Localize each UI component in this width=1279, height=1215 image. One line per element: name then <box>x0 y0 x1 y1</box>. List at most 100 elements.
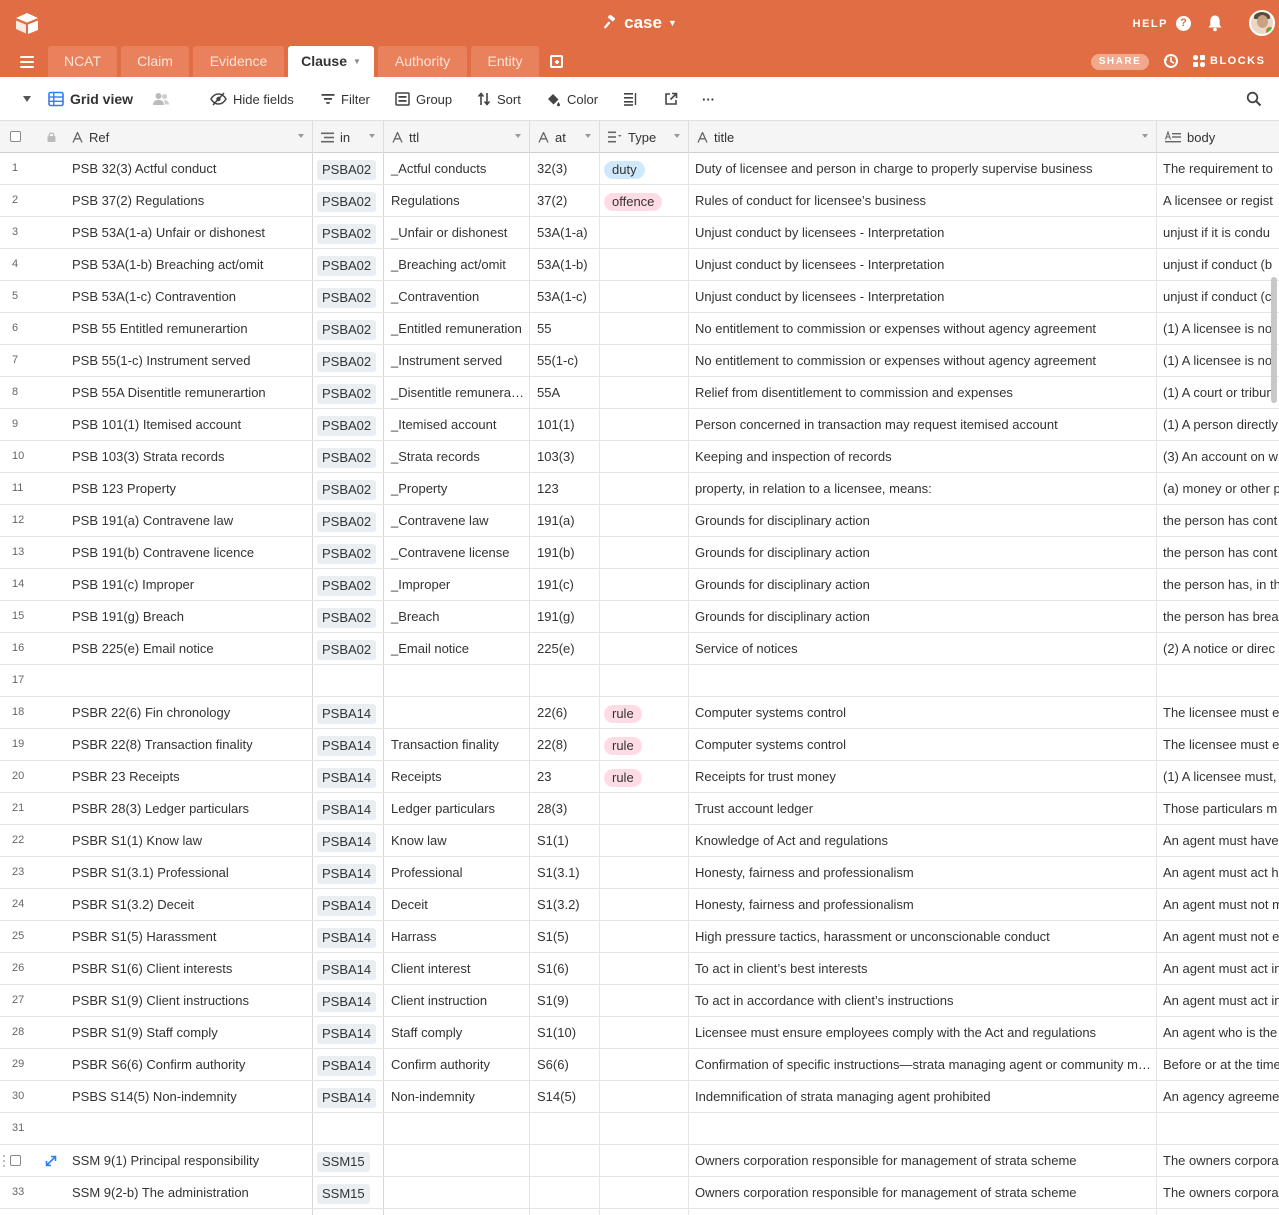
add-table-icon[interactable] <box>550 55 563 68</box>
cell-ref[interactable]: PSBS S14(5) Non-indemnity <box>64 1081 313 1112</box>
cell-in[interactable] <box>313 1113 384 1144</box>
chevron-down-icon[interactable] <box>585 134 591 138</box>
cell-ttl[interactable]: _Entitled remuneration <box>384 313 530 344</box>
filter-button[interactable]: Filter <box>321 77 370 121</box>
cell-ref[interactable]: PSBR S1(9) Client instructions <box>64 985 313 1016</box>
cell-at[interactable]: 28(3) <box>530 793 600 824</box>
cell-type[interactable] <box>600 1049 689 1080</box>
cell-ttl[interactable] <box>384 665 530 696</box>
cell-ref[interactable]: PSBR 28(3) Ledger particulars <box>64 793 313 824</box>
cell-ttl[interactable]: _Strata records <box>384 441 530 472</box>
cell-at[interactable] <box>530 1177 600 1208</box>
color-button[interactable]: Color <box>546 77 598 121</box>
blocks-button[interactable]: BLOCKS <box>1192 54 1265 68</box>
cell-body[interactable]: An agent must act in <box>1157 985 1279 1016</box>
linked-record-chip[interactable]: PSBA02 <box>317 351 377 372</box>
linked-record-chip[interactable]: PSBA02 <box>317 479 377 500</box>
cell-at[interactable]: S1(9) <box>530 985 600 1016</box>
cell-in[interactable]: PSBA14 <box>313 697 384 728</box>
cell-ttl[interactable] <box>384 697 530 728</box>
help-button[interactable]: HELP ? <box>1133 16 1191 31</box>
base-name-menu[interactable]: case ▼ <box>602 13 677 33</box>
cell-type[interactable] <box>600 601 689 632</box>
view-switcher[interactable]: Grid view <box>48 77 133 121</box>
cell-body[interactable]: the person has brea <box>1157 601 1279 632</box>
table-row[interactable]: 19 PSBR 22(8) Transaction finality PSBA14 T… <box>0 729 1279 761</box>
cell-title[interactable]: No entitlement to commission or expenses… <box>689 345 1157 376</box>
cell-in[interactable]: PSBA02 <box>313 537 384 568</box>
cell-ref[interactable]: PSB 53A(1-a) Unfair or dishonest <box>64 217 313 248</box>
cell-at[interactable] <box>530 1113 600 1144</box>
cell-type[interactable]: rule <box>600 697 689 728</box>
cell-ttl[interactable]: Deceit <box>384 889 530 920</box>
linked-record-chip[interactable]: PSBA02 <box>317 223 377 244</box>
cell-ref[interactable]: SSM 9(2-b) The administration <box>64 1177 313 1208</box>
cell-in[interactable] <box>313 665 384 696</box>
sort-button[interactable]: Sort <box>477 77 521 121</box>
cell-ref[interactable]: PSB 53A(1-b) Breaching act/omit <box>64 249 313 280</box>
cell-body[interactable]: unjust if it is condu <box>1157 217 1279 248</box>
cell-at[interactable]: S1(5) <box>530 921 600 952</box>
cell-type[interactable] <box>600 889 689 920</box>
cell-title[interactable]: Grounds for disciplinary action <box>689 537 1157 568</box>
cell-ttl[interactable]: Staff comply <box>384 1017 530 1048</box>
cell-type[interactable] <box>600 345 689 376</box>
linked-record-chip[interactable]: PSBA02 <box>317 383 377 404</box>
linked-record-chip[interactable]: SSM15 <box>317 1183 370 1204</box>
cell-title[interactable]: Rules of conduct for licensee’s business <box>689 185 1157 216</box>
cell-in[interactable]: PSBA02 <box>313 377 384 408</box>
cell-at[interactable]: 225(e) <box>530 633 600 664</box>
cell-title[interactable]: Owners corporation responsible for manag… <box>689 1177 1157 1208</box>
cell-ttl[interactable]: _Contravene law <box>384 505 530 536</box>
linked-record-chip[interactable]: PSBA02 <box>317 575 377 596</box>
cell-in[interactable] <box>313 1209 384 1215</box>
share-view-button[interactable] <box>664 77 678 121</box>
linked-record-chip[interactable]: PSBA02 <box>317 287 377 308</box>
cell-at[interactable]: S1(1) <box>530 825 600 856</box>
cell-ref[interactable]: PSBR S1(3.1) Professional <box>64 857 313 888</box>
cell-at[interactable]: 55A <box>530 377 600 408</box>
cell-body[interactable]: An agent who is the <box>1157 1017 1279 1048</box>
search-button[interactable] <box>1246 77 1262 121</box>
cell-body[interactable]: (2) A notice or direc <box>1157 633 1279 664</box>
cell-at[interactable]: 53A(1-b) <box>530 249 600 280</box>
cell-ttl[interactable]: Confirm authority <box>384 1049 530 1080</box>
linked-record-chip[interactable]: PSBA02 <box>317 159 377 180</box>
cell-ttl[interactable]: _Instrument served <box>384 345 530 376</box>
cell-ttl[interactable] <box>384 1113 530 1144</box>
cell-title[interactable]: Computer systems control <box>689 729 1157 760</box>
cell-body[interactable]: The licensee must e <box>1157 697 1279 728</box>
cell-at[interactable]: S14(5) <box>530 1081 600 1112</box>
cell-at[interactable]: 22(8) <box>530 729 600 760</box>
cell-title[interactable]: To act in client’s best interests <box>689 953 1157 984</box>
share-button[interactable]: SHARE <box>1091 54 1149 70</box>
cell-at[interactable]: 123 <box>530 473 600 504</box>
cell-in[interactable]: PSBA02 <box>313 185 384 216</box>
column-header-ttl[interactable]: ttl <box>384 121 530 153</box>
cell-body[interactable] <box>1157 665 1279 696</box>
table-row[interactable]: 30 PSBS S14(5) Non-indemnity PSBA14 Non-ind… <box>0 1081 1279 1113</box>
table-row[interactable]: 18 PSBR 22(6) Fin chronology PSBA14 22(6) ru… <box>0 697 1279 729</box>
cell-title[interactable]: Licensee must ensure employees comply wi… <box>689 1017 1157 1048</box>
cell-ref[interactable] <box>64 1113 313 1144</box>
cell-in[interactable]: PSBA02 <box>313 569 384 600</box>
cell-in[interactable]: PSBA14 <box>313 953 384 984</box>
bell-icon[interactable] <box>1207 14 1223 32</box>
cell-ttl[interactable]: _Property <box>384 473 530 504</box>
cell-ref[interactable]: PSB 191(b) Contravene licence <box>64 537 313 568</box>
table-row[interactable]: 14 PSB 191(c) Improper PSBA02 _Improper 191(… <box>0 569 1279 601</box>
column-header-title[interactable]: title <box>689 121 1157 153</box>
cell-type[interactable] <box>600 665 689 696</box>
cell-type[interactable] <box>600 953 689 984</box>
cell-type[interactable]: offence <box>600 185 689 216</box>
table-row[interactable] <box>0 1209 1279 1215</box>
linked-record-chip[interactable]: PSBA02 <box>317 447 377 468</box>
cell-in[interactable]: PSBA14 <box>313 985 384 1016</box>
cell-body[interactable]: An agent must not m <box>1157 889 1279 920</box>
row-height-button[interactable] <box>623 77 638 121</box>
cell-at[interactable]: 103(3) <box>530 441 600 472</box>
cell-body[interactable] <box>1157 1113 1279 1144</box>
cell-at[interactable] <box>530 665 600 696</box>
cell-in[interactable]: PSBA02 <box>313 505 384 536</box>
cell-title[interactable]: Confirmation of specific instructions—st… <box>689 1049 1157 1080</box>
